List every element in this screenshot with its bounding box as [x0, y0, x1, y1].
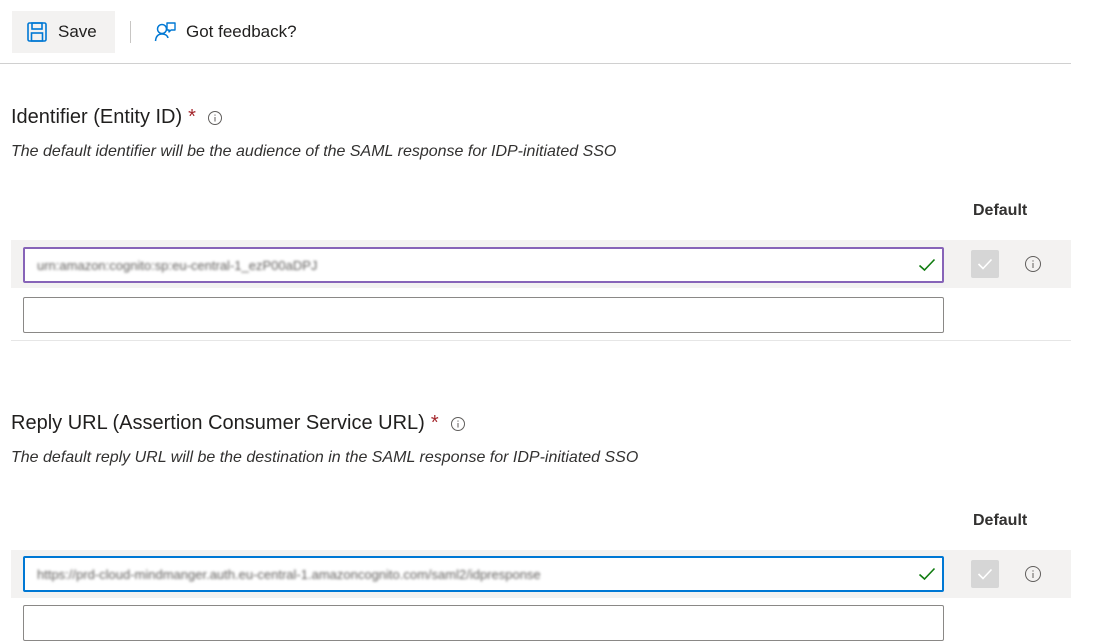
save-label: Save	[58, 22, 97, 41]
identifier-value-1: urn:amazon:cognito:sp:eu-central-1_ezP00…	[37, 257, 318, 273]
info-icon[interactable]	[1023, 254, 1043, 274]
reply-url-input-2[interactable]	[23, 605, 944, 641]
checkmark-icon	[912, 258, 942, 272]
feedback-icon	[154, 21, 176, 43]
required-asterisk: *	[188, 106, 196, 128]
save-icon	[26, 21, 48, 43]
identifier-description: The default identifier will be the audie…	[11, 143, 617, 160]
info-icon[interactable]	[207, 110, 223, 126]
reply-url-title-text: Reply URL (Assertion Consumer Service UR…	[11, 412, 425, 434]
feedback-button[interactable]: Got feedback?	[154, 11, 297, 53]
identifier-input-2-field[interactable]	[24, 298, 943, 332]
checkmark-icon	[912, 567, 942, 581]
identifier-input-1[interactable]: urn:amazon:cognito:sp:eu-central-1_ezP00…	[23, 247, 944, 283]
info-icon[interactable]	[450, 416, 466, 432]
reply-url-value-1: https://prd-cloud-mindmanger.auth.eu-cen…	[37, 566, 541, 582]
info-icon[interactable]	[1023, 564, 1043, 584]
reply-url-default-header: Default	[973, 512, 1028, 529]
identifier-default-checkbox-1[interactable]	[971, 250, 999, 278]
reply-url-input-1[interactable]: https://prd-cloud-mindmanger.auth.eu-cen…	[23, 556, 944, 592]
reply-url-input-2-field[interactable]	[24, 606, 943, 640]
identifier-divider	[11, 340, 1071, 341]
required-asterisk: *	[430, 412, 439, 434]
save-button[interactable]: Save	[12, 11, 115, 53]
feedback-label: Got feedback?	[186, 22, 297, 41]
reply-url-title: Reply URL (Assertion Consumer Service UR…	[11, 412, 466, 435]
identifier-title-text: Identifier (Entity ID)	[11, 106, 183, 128]
identifier-default-header: Default	[973, 202, 1028, 219]
toolbar-divider	[130, 21, 131, 43]
command-bar: Save Got feedback?	[0, 0, 1071, 64]
reply-url-description: The default reply URL will be the destin…	[11, 449, 639, 466]
identifier-input-2[interactable]	[23, 297, 944, 333]
identifier-title: Identifier (Entity ID) *	[11, 106, 223, 129]
reply-url-default-checkbox-1[interactable]	[971, 560, 999, 588]
checkmark-icon	[977, 258, 993, 270]
checkmark-icon	[977, 568, 993, 580]
